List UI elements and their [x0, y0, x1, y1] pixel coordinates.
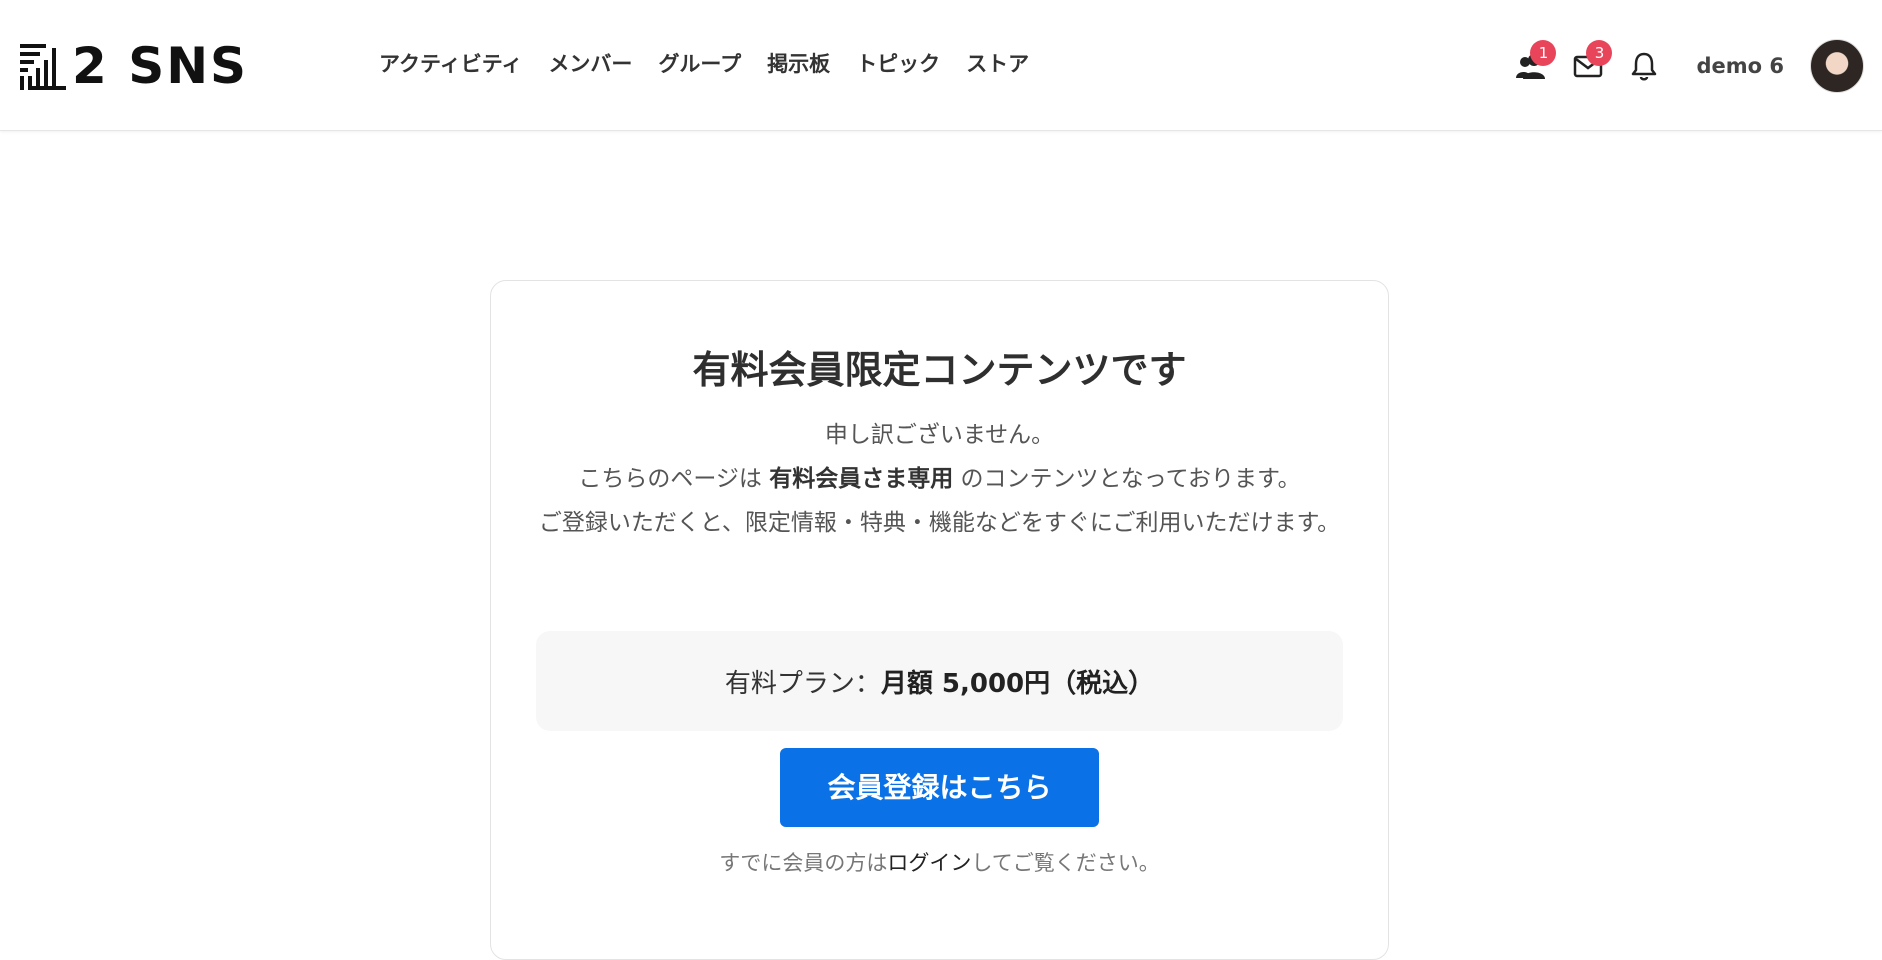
notifications-button[interactable]	[1624, 46, 1664, 86]
messages-badge: 3	[1586, 40, 1613, 66]
page-title: 有料会員限定コンテンツです	[692, 348, 1187, 392]
login-note-post: してご覧ください。	[971, 851, 1160, 875]
plan-box: 有料プラン： 月額 5,000円（税込）	[536, 631, 1343, 731]
friend-requests-badge: 1	[1530, 40, 1557, 66]
nav-item-members[interactable]: メンバー	[548, 48, 632, 80]
signup-button[interactable]: 会員登録はこちら	[780, 748, 1099, 827]
nav-item-forums[interactable]: 掲示板	[767, 48, 830, 80]
message-line-2: こちらのページは 有料会員さま専用 のコンテンツとなっております。	[531, 457, 1348, 501]
nav-item-store[interactable]: ストア	[966, 48, 1029, 80]
message-line-1: 申し訳ございません。	[824, 422, 1055, 448]
main-nav: アクティビティ メンバー グループ 掲示板 トピック ストア	[379, 48, 1029, 80]
avatar[interactable]	[1810, 39, 1864, 93]
message-line-2-post: のコンテンツとなっております。	[953, 466, 1301, 492]
message-line-3: ご登録いただくと、限定情報・特典・機能などをすぐにご利用いただけます。	[538, 510, 1341, 536]
login-note-pre: すでに会員の方は	[719, 851, 888, 875]
nav-item-groups[interactable]: グループ	[658, 48, 741, 80]
login-link[interactable]: ログイン	[887, 851, 971, 875]
nav-item-activity[interactable]: アクティビティ	[379, 48, 522, 80]
login-note: すでに会員の方はログインしてご覧ください。	[491, 847, 1388, 879]
username[interactable]: demo 6	[1696, 54, 1784, 78]
plan-label: 有料プラン：	[724, 668, 881, 699]
plan-price: 月額 5,000円（税込）	[880, 668, 1155, 699]
bell-icon	[1632, 52, 1657, 81]
logo-mark-icon	[20, 44, 66, 90]
friend-requests-button[interactable]: 1	[1512, 40, 1557, 86]
header-actions: 1 3 demo 6	[1496, 38, 1864, 94]
messages-button[interactable]: 3	[1568, 40, 1613, 86]
brand-name: 2 SNS	[72, 37, 249, 95]
paywall-message: 申し訳ございません。 こちらのページは 有料会員さま専用 のコンテンツとなってお…	[531, 413, 1348, 545]
message-line-2-pre: こちらのページは	[578, 466, 770, 492]
paywall-card: 有料会員限定コンテンツです 申し訳ございません。 こちらのページは 有料会員さま…	[490, 280, 1389, 960]
site-logo[interactable]: 2 SNS	[20, 40, 248, 92]
site-header: 2 SNS アクティビティ メンバー グループ 掲示板 トピック ストア 1 3	[0, 0, 1882, 131]
nav-item-topics[interactable]: トピック	[856, 48, 940, 80]
message-line-2-bold: 有料会員さま専用	[769, 466, 954, 492]
